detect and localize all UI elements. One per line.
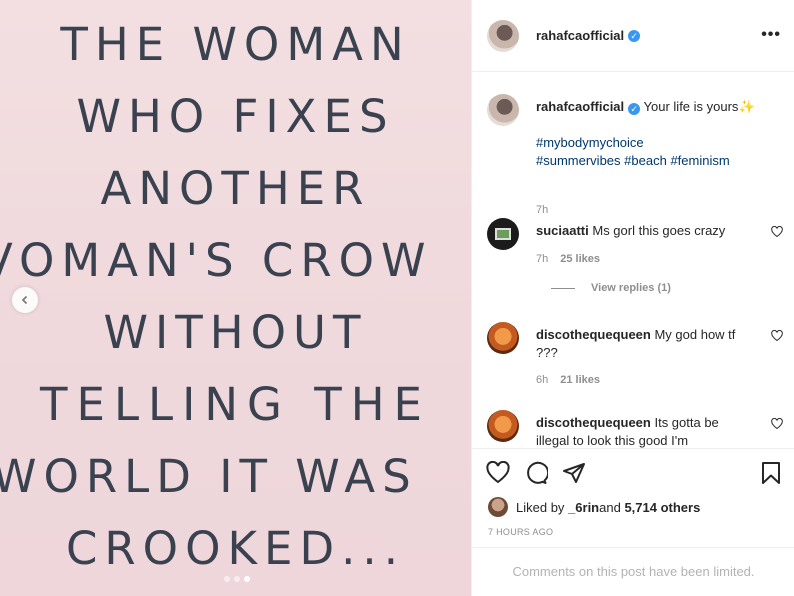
quote-line: WHO FIXES [76, 90, 395, 143]
quote-line: CROOKED... [65, 522, 406, 575]
comment-likes[interactable]: 25 likes [560, 253, 600, 265]
comment-time[interactable]: 7h [536, 253, 548, 265]
liked-by-user[interactable]: _6rin [568, 500, 599, 515]
hashtag-link[interactable]: #summervibes [536, 153, 621, 168]
comment-time[interactable]: 6h [536, 374, 548, 386]
caption-body: rahafcaofficial ✓ Your life is yours✨ #my… [536, 98, 786, 170]
liked-by-and: and [599, 499, 621, 515]
comment-text: discothequequeen My god how tf ??? [536, 326, 746, 362]
quote-line: ANOTHER [100, 162, 371, 215]
likes-summary: Liked by _6rin and 5,714 others [488, 497, 700, 517]
heart-icon[interactable] [486, 461, 510, 485]
carousel-indicator [224, 576, 250, 582]
heart-icon[interactable] [771, 418, 783, 430]
comments-list[interactable]: rahafcaofficial ✓ Your life is yours✨ #my… [472, 72, 794, 448]
comment-username[interactable]: discothequequeen [536, 327, 651, 342]
carousel-dot [224, 576, 230, 582]
bookmark-icon[interactable] [759, 461, 783, 485]
quote-line: VOMAN'S CROW [0, 234, 433, 287]
more-icon[interactable]: ••• [761, 26, 781, 44]
hashtag-link[interactable]: #mybodymychoice [536, 135, 644, 150]
post-modal: THE WOMAN WHO FIXES ANOTHER VOMAN'S CROW… [0, 0, 794, 596]
view-replies-button[interactable]: View replies (1) [551, 282, 671, 294]
comment-likes[interactable]: 21 likes [560, 374, 600, 386]
quote-line: TELLING THE [40, 378, 431, 431]
chevron-left-icon [21, 295, 28, 305]
carousel-prev-button[interactable] [12, 287, 38, 313]
sparkles-emoji: ✨ [738, 99, 755, 114]
quote-line: WITHOUT [103, 306, 368, 359]
avatar[interactable] [487, 19, 519, 52]
avatar[interactable] [487, 410, 519, 442]
caption-username[interactable]: rahafcaofficial [536, 99, 624, 114]
view-replies-label: View replies (1) [591, 282, 671, 294]
caption-timestamp[interactable]: 7h [536, 204, 548, 216]
carousel-dot-active [244, 576, 250, 582]
liked-by-others[interactable]: 5,714 others [624, 500, 700, 515]
quote-line: THE WOMAN [60, 18, 411, 71]
verified-badge-icon: ✓ [628, 103, 641, 115]
comment-icon[interactable] [524, 461, 548, 485]
verified-badge-icon: ✓ [628, 29, 641, 42]
avatar[interactable] [487, 218, 519, 250]
heart-icon[interactable] [771, 330, 783, 342]
comment-meta: 7h 25 likes [536, 253, 600, 265]
post-header: rahafcaofficial ✓ ••• [472, 0, 794, 72]
share-icon[interactable] [562, 461, 586, 485]
caption-text: Your life is yours [640, 99, 739, 114]
avatar[interactable] [487, 322, 519, 354]
comment-username[interactable]: suciaatti [536, 223, 589, 238]
post-actions: Liked by _6rin and 5,714 others 7 HOURS … [472, 448, 794, 596]
liked-by-prefix: Liked by [516, 499, 565, 515]
hashtag-link[interactable]: #feminism [670, 153, 729, 168]
comment-text: suciaatti Ms gorl this goes crazy [536, 222, 746, 240]
author-username[interactable]: rahafcaofficial [536, 28, 624, 43]
action-icons [486, 461, 586, 485]
heart-icon[interactable] [771, 226, 783, 238]
comment-text: discothequequeen Its gotta be illegal to… [536, 414, 746, 448]
hashtag-link[interactable]: #beach [624, 153, 667, 168]
post-image[interactable]: THE WOMAN WHO FIXES ANOTHER VOMAN'S CROW… [0, 0, 471, 596]
post-timestamp[interactable]: 7 HOURS AGO [488, 527, 553, 537]
comment-username[interactable]: discothequequeen [536, 415, 651, 430]
avatar[interactable] [487, 94, 519, 126]
post-sidebar: rahafcaofficial ✓ ••• rahafcaofficial ✓ Y… [471, 0, 794, 596]
carousel-dot [234, 576, 240, 582]
quote-line: WORLD IT WAS [0, 450, 418, 503]
avatar[interactable] [488, 497, 508, 517]
comment-body: Ms gorl this goes crazy [588, 223, 726, 238]
comment-meta: 6h 21 likes [536, 374, 600, 386]
comments-limited-notice: Comments on this post have been limited. [472, 547, 794, 596]
